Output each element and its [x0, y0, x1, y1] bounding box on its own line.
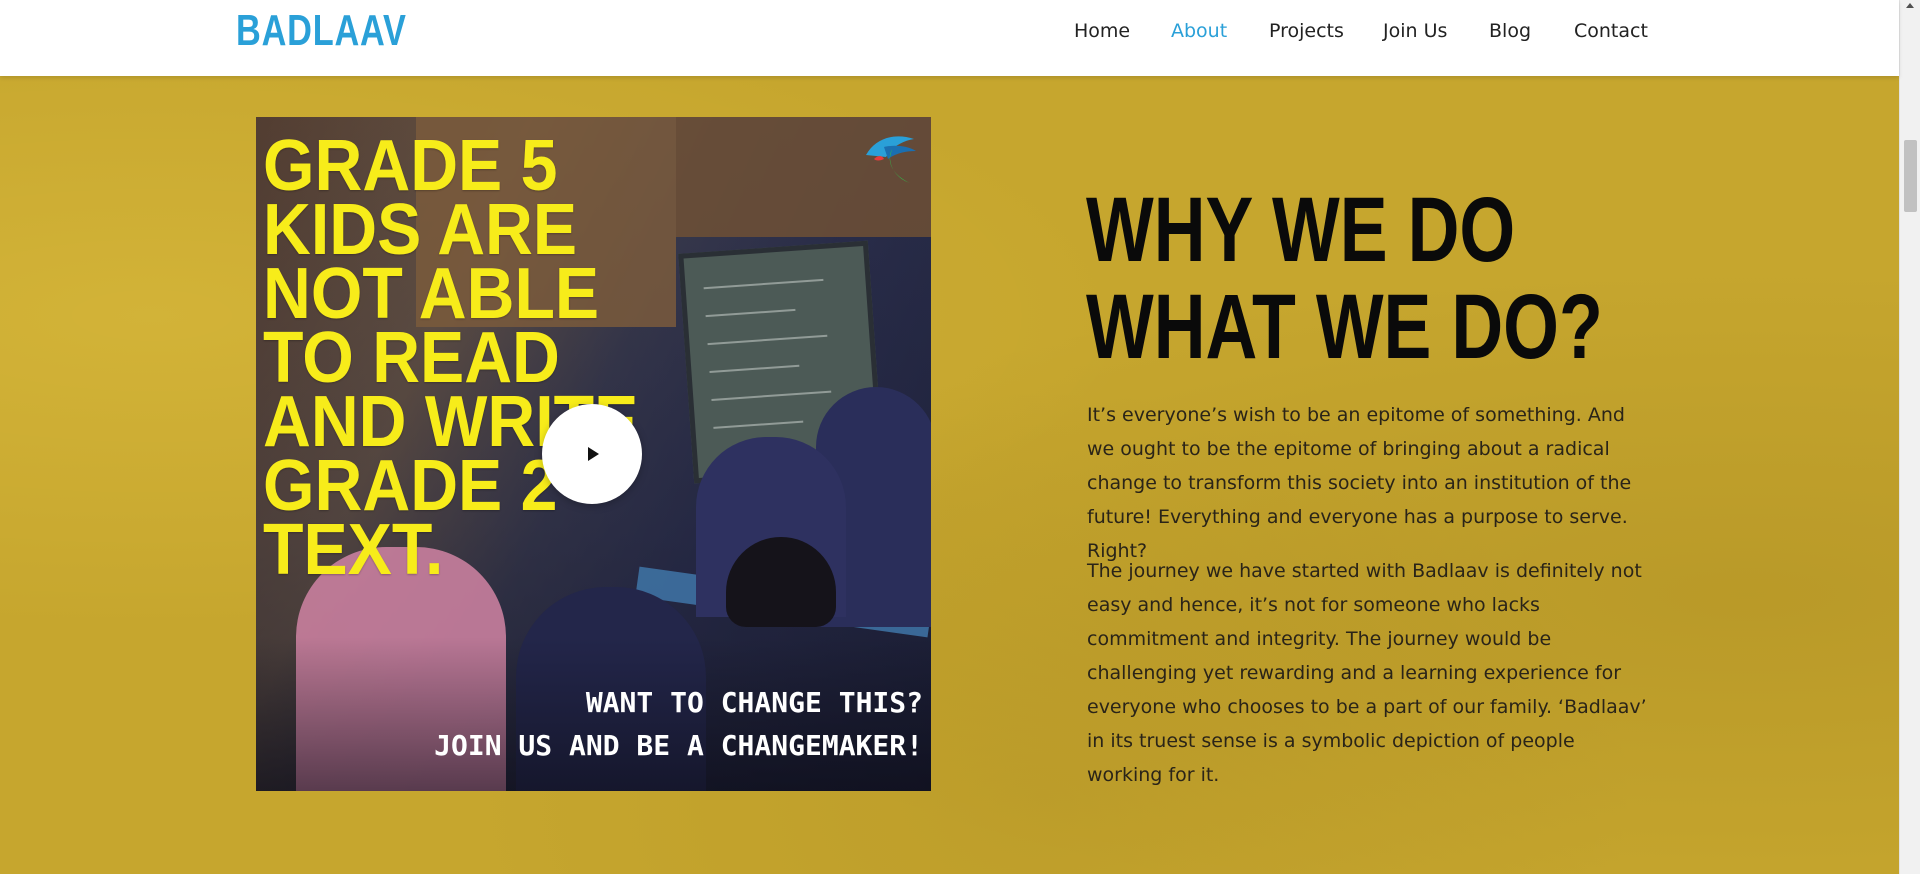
badlaav-emblem-icon: [866, 136, 916, 183]
nav-projects[interactable]: Projects: [1269, 20, 1344, 42]
nav-join-us[interactable]: Join Us: [1383, 20, 1447, 42]
nav-about[interactable]: About: [1171, 20, 1227, 42]
intro-paragraph: It’s everyone’s wish to be an epitome of…: [1087, 404, 1632, 562]
scroll-up-arrow-icon[interactable]: [1906, 3, 1914, 8]
play-icon: [588, 447, 599, 461]
scrollbar-thumb[interactable]: [1904, 140, 1917, 212]
video-thumbnail[interactable]: Grade 5 Kids are not able to read and wr…: [256, 117, 931, 791]
nav-blog[interactable]: Blog: [1489, 20, 1531, 42]
cta-line: WANT TO CHANGE THIS?: [585, 686, 923, 719]
section-heading: WHY WE DO WHAT WE DO?: [1086, 179, 1603, 378]
journey-paragraph: The journey we have started with Badlaav…: [1087, 560, 1647, 786]
main-nav: Home About Projects Join Us Blog Contact: [0, 20, 1899, 44]
video-headline: Grade 5 Kids are not able to read and wr…: [263, 126, 639, 590]
site-header: BADLAAV Home About Projects Join Us Blog…: [0, 0, 1899, 76]
nav-home[interactable]: Home: [1074, 20, 1130, 42]
play-button[interactable]: [542, 404, 642, 504]
video-cta: WANT TO CHANGE THIS? JOIN US AND BE A CH…: [283, 681, 923, 767]
why-we-do-section: Grade 5 Kids are not able to read and wr…: [0, 76, 1899, 874]
nav-contact[interactable]: Contact: [1574, 20, 1648, 42]
cta-line: JOIN US AND BE A CHANGEMAKER!: [434, 729, 923, 762]
page-scrollbar[interactable]: [1899, 0, 1920, 874]
